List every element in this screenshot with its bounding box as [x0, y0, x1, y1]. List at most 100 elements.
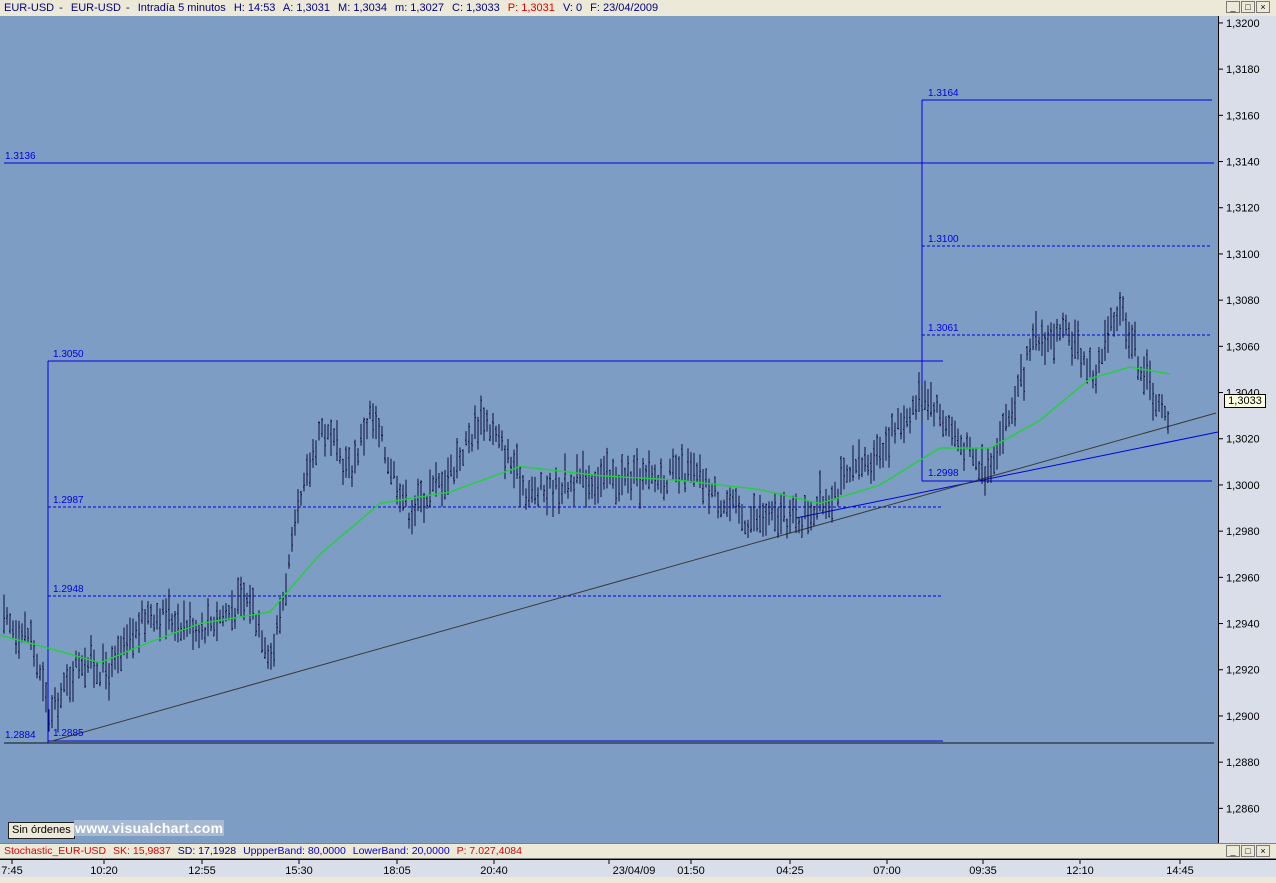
time-tick-label: 12:55 — [188, 865, 216, 877]
price-tick-label: 1,3140 — [1226, 157, 1260, 169]
price-bar — [84, 647, 86, 688]
price-tick-label: 1,3180 — [1226, 64, 1260, 76]
price-bar — [501, 430, 503, 451]
maximize-button[interactable]: □ — [1241, 1, 1255, 13]
price-bar — [675, 454, 677, 483]
price-bar — [468, 422, 470, 454]
price-bar — [1056, 318, 1058, 342]
price-bar — [480, 395, 482, 435]
price-bar — [129, 617, 131, 651]
price-bar — [966, 432, 968, 450]
price-bar — [963, 442, 965, 472]
open-readout: A: 1,3031 — [282, 2, 330, 14]
price-bar — [462, 449, 464, 466]
price-bar — [738, 495, 740, 524]
price-chart[interactable]: 1.3050 1.2987 1.2948 1.2885 1.2884 1.313… — [0, 16, 1218, 843]
price-bar — [603, 455, 605, 490]
symbol-code: EUR-USD — [4, 2, 55, 14]
price-bar — [522, 474, 524, 496]
price-bar — [678, 456, 680, 494]
price-bar — [465, 431, 467, 446]
price-bar — [441, 471, 443, 507]
price-bar — [570, 474, 572, 492]
price-bar — [732, 489, 734, 509]
price-bar — [759, 494, 761, 534]
price-bar — [852, 445, 854, 481]
price-bar — [330, 419, 332, 457]
price-bar — [609, 469, 611, 485]
price-bar — [1098, 347, 1100, 374]
price-bar — [729, 487, 731, 522]
price-bar — [1080, 348, 1082, 378]
price-bar — [978, 460, 980, 480]
price-bar — [960, 434, 962, 456]
price-bar — [123, 627, 125, 656]
price-bar — [42, 661, 44, 702]
price-bar — [108, 663, 110, 701]
price-bar — [705, 468, 707, 488]
price-bar — [873, 440, 875, 481]
indicator-maximize-button[interactable]: □ — [1241, 845, 1255, 857]
price-bar — [585, 469, 587, 508]
price-bar — [384, 446, 386, 464]
indicator-close-button[interactable]: × — [1256, 845, 1270, 857]
price-bar — [381, 425, 383, 442]
trend-support-right[interactable] — [977, 431, 1218, 482]
price-bar — [696, 462, 698, 483]
interval-label: Intradía 5 minutos — [137, 2, 226, 14]
price-bar — [1062, 312, 1064, 338]
price-bar — [687, 448, 689, 481]
price-bar — [192, 617, 194, 651]
price-bar — [972, 448, 974, 466]
price-bar — [1074, 319, 1076, 359]
price-chart-area[interactable]: 1.3050 1.2987 1.2948 1.2885 1.2884 1.313… — [0, 16, 1218, 843]
price-bar — [450, 454, 452, 477]
orders-button[interactable]: Sin órdenes — [8, 822, 75, 839]
price-axis-scale: 1,3200 1,3180 1,3160 1,3140 1,3120 1,3100 1,30… — [1219, 18, 1260, 815]
indicator-name: Stochastic_EUR-USD — [4, 845, 107, 857]
price-bar — [492, 413, 494, 446]
price-tick-label: 1,2880 — [1226, 757, 1260, 769]
price-bar — [1050, 322, 1052, 350]
price-bar — [315, 440, 317, 466]
price-bar — [831, 485, 833, 523]
price-bar — [339, 447, 341, 464]
level-label-1.2948: 1.2948 — [53, 584, 84, 595]
price-bar — [1029, 338, 1031, 361]
price-bar — [1053, 323, 1055, 364]
price-bar — [249, 584, 251, 624]
price-bar — [903, 405, 905, 444]
price-bar — [345, 446, 347, 478]
price-bar — [924, 380, 926, 411]
price-bar — [444, 469, 446, 500]
price-bar — [633, 455, 635, 484]
price-bar — [747, 519, 749, 538]
price-bar — [282, 591, 284, 611]
close-button[interactable]: × — [1256, 1, 1270, 13]
price-bar — [99, 671, 101, 687]
price-bar — [900, 412, 902, 440]
price-bar — [744, 520, 746, 535]
time-axis[interactable]: 7:45 10:20 12:55 15:30 18:05 20:40 23/04/09 01:… — [0, 859, 1276, 877]
price-tick-label: 1,2860 — [1226, 803, 1260, 815]
indicator-window-controls: _ □ × — [1226, 845, 1270, 857]
price-bar — [597, 467, 599, 504]
price-bar — [417, 478, 419, 512]
price-axis[interactable]: 1,3200 1,3180 1,3160 1,3140 1,3120 1,3100 1,30… — [1218, 16, 1276, 843]
price-bar — [531, 476, 533, 503]
indicator-minimize-button[interactable]: _ — [1226, 845, 1240, 857]
price-bar — [276, 615, 278, 635]
minimize-button[interactable]: _ — [1226, 1, 1240, 13]
price-bar — [1128, 321, 1130, 359]
price-bar — [885, 426, 887, 461]
price-bar — [516, 443, 518, 479]
indicator-bar: Stochastic_EUR-USD SK: 15,9837 SD: 17,19… — [0, 843, 1276, 859]
price-bar — [147, 601, 149, 625]
price-bar — [195, 619, 197, 642]
price-bar — [1020, 354, 1022, 387]
price-bar — [498, 424, 500, 449]
price-bar — [357, 448, 359, 466]
time-tick-label: 20:40 — [480, 865, 508, 877]
indicator-lower-band: LowerBand: 20,0000 — [352, 845, 450, 857]
price-bar — [273, 633, 275, 667]
